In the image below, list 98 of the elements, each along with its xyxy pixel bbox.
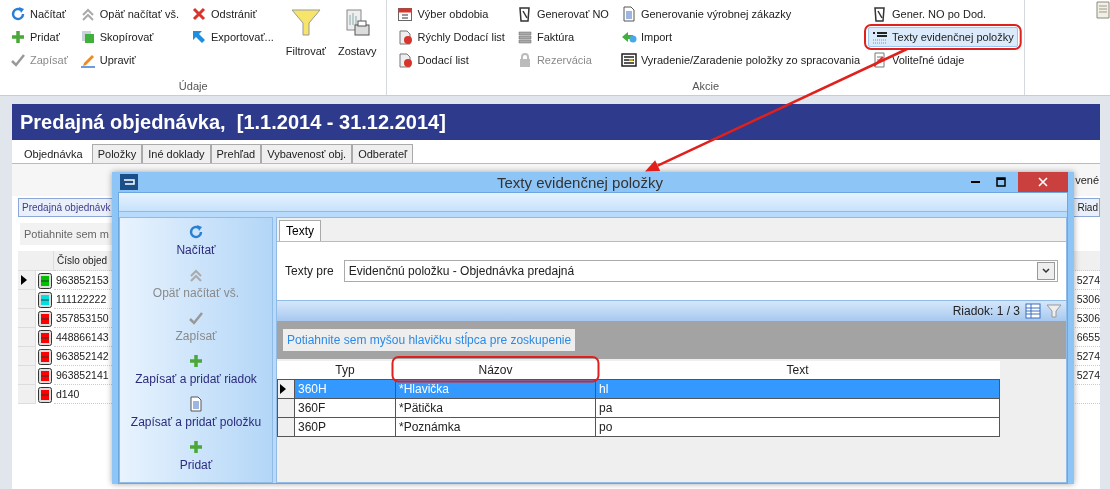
pencil-icon	[79, 52, 96, 68]
table-cell: 963852142	[56, 350, 109, 362]
table-cell: 5306	[1076, 293, 1100, 305]
table-cell: 963852153	[56, 274, 109, 286]
header-corner	[18, 251, 54, 271]
table-cell: 5274	[1076, 350, 1100, 362]
arrow-icon	[190, 29, 207, 45]
column-header[interactable]: Typ	[294, 361, 396, 380]
delete-icon	[190, 6, 207, 22]
column-header[interactable]: Text	[595, 361, 1000, 380]
tab[interactable]: Položky	[91, 144, 143, 163]
ribbon-button[interactable]: Výber obdobia	[393, 4, 509, 24]
ribbon-group-label: Akcie	[691, 79, 721, 94]
check-icon	[188, 310, 204, 326]
ribbon-button[interactable]: Upraviť	[75, 50, 183, 70]
column-label: Riad	[1077, 202, 1098, 213]
plus-icon	[10, 29, 26, 45]
table-cell: 360P	[294, 417, 396, 437]
funnel-icon	[1046, 303, 1062, 319]
table-cell: 360H	[294, 379, 396, 399]
ribbon-button[interactable]: Exportovať...	[186, 27, 278, 47]
document-stamp-icon	[397, 29, 414, 45]
ribbon-button[interactable]: Pridať	[6, 27, 72, 47]
table-cell: po	[595, 417, 1000, 437]
funnel-icon	[289, 7, 322, 39]
document-icon	[620, 6, 637, 22]
check-icon	[10, 52, 26, 68]
app-icon	[120, 174, 138, 190]
tab[interactable]: Vybavenosť obj.	[261, 144, 353, 163]
action-button[interactable]: Zapísať a pridať riadok	[135, 353, 257, 396]
table-cell: 5306	[1076, 312, 1100, 324]
table-cell: 448866143	[56, 331, 109, 343]
text-lines-icon	[872, 29, 888, 45]
table-cell: d140	[56, 388, 80, 400]
dialog-title: Texty evidenčnej položky	[496, 173, 664, 191]
table-cell: 6655	[1076, 331, 1100, 343]
tablet-pen-icon	[516, 6, 533, 22]
dropdown-field[interactable]: Evidenčnú položku - Objednávka predajná	[343, 260, 1058, 282]
action-button[interactable]: Zapísať a pridať položku	[130, 396, 262, 439]
table-cell: 5274	[1076, 369, 1100, 381]
column-label: vené	[1075, 174, 1100, 186]
chevron-down-icon	[1042, 268, 1050, 274]
maximize-icon	[996, 177, 1006, 187]
grid-icon	[1025, 303, 1041, 319]
document-icon	[1096, 0, 1110, 20]
table-cell: 111122222	[56, 293, 107, 305]
refresh-icon	[10, 6, 26, 22]
ribbon-button[interactable]: Rýchly Dodací list	[393, 27, 509, 47]
refresh-icon	[188, 224, 204, 240]
plus-icon	[188, 353, 204, 369]
tab[interactable]: Prehľad	[210, 144, 262, 163]
ribbon-group-label: Údaje	[177, 79, 209, 94]
ribbon-button[interactable]: Odstrániť	[186, 4, 278, 24]
copy-icon	[79, 29, 96, 45]
window-title: Predajná objednávka, [1.1.2014 - 31.12.2014]	[12, 104, 1100, 140]
import-icon	[620, 29, 637, 45]
tab[interactable]: Iné doklady	[142, 144, 211, 163]
table-cell: 357853150	[56, 312, 109, 324]
row-counter: Riadok: 1 / 3	[952, 304, 1020, 318]
ribbon-button[interactable]: Skopírovať	[75, 27, 183, 47]
ribbon-button[interactable]: Import	[616, 27, 864, 47]
minimize-icon	[970, 181, 980, 183]
ribbon-button[interactable]: Voliteľné údaje	[868, 50, 1018, 70]
ribbon-button[interactable]: Vyradenie/Zaradenie položky zo spracovania	[616, 50, 864, 70]
note-pencil-icon	[872, 52, 888, 68]
tab[interactable]: Odberateľ	[352, 144, 414, 163]
table-cell: pa	[595, 398, 1000, 418]
table-cell: 360F	[294, 398, 396, 418]
tab[interactable]: Texty	[279, 220, 321, 241]
calendar-icon	[397, 6, 414, 22]
group-bar-title: Predajná objednávk	[22, 202, 111, 213]
ribbon-button[interactable]: Dodací list	[393, 50, 509, 70]
ribbon-large-button[interactable]: Filtrovať	[281, 4, 330, 77]
document-stamp-icon	[397, 52, 414, 68]
ribbon-large-button[interactable]: Zostavy	[333, 4, 381, 77]
stack-icon	[516, 29, 533, 45]
row-header[interactable]	[277, 379, 295, 399]
table-cell: 963852141	[56, 369, 109, 381]
double-chevron-up-icon	[188, 267, 204, 283]
column-header[interactable]: Názov	[395, 361, 596, 380]
ribbon-button[interactable]: Načítať	[6, 4, 72, 24]
table-cell: 5274	[1076, 274, 1100, 286]
document-icon	[188, 396, 204, 412]
plus-icon	[188, 439, 204, 455]
ribbon-button[interactable]: Gener. NO po Dod.	[868, 4, 1018, 24]
tablet-pen-icon	[872, 6, 888, 22]
action-button[interactable]: Pridať	[179, 439, 213, 482]
table-cell: hl	[595, 379, 1000, 399]
ribbon-button[interactable]: Faktúra	[512, 27, 613, 47]
table-cell: *Pätička	[395, 398, 596, 418]
table-cell: *Poznámka	[395, 417, 596, 437]
ribbon-button[interactable]: Opäť načítať vš.	[75, 4, 183, 24]
ribbon-button[interactable]: Texty evidenčnej položky	[868, 27, 1018, 47]
close-icon	[1038, 177, 1048, 187]
list-icon	[620, 52, 637, 68]
ribbon-button[interactable]: Generovanie výrobnej zákazky	[616, 4, 864, 24]
ribbon-button[interactable]: Generovať NO	[512, 4, 613, 24]
group-panel: Potiahnite sem myšou hlavičku stĺpca pre zoskupenie	[283, 329, 576, 351]
